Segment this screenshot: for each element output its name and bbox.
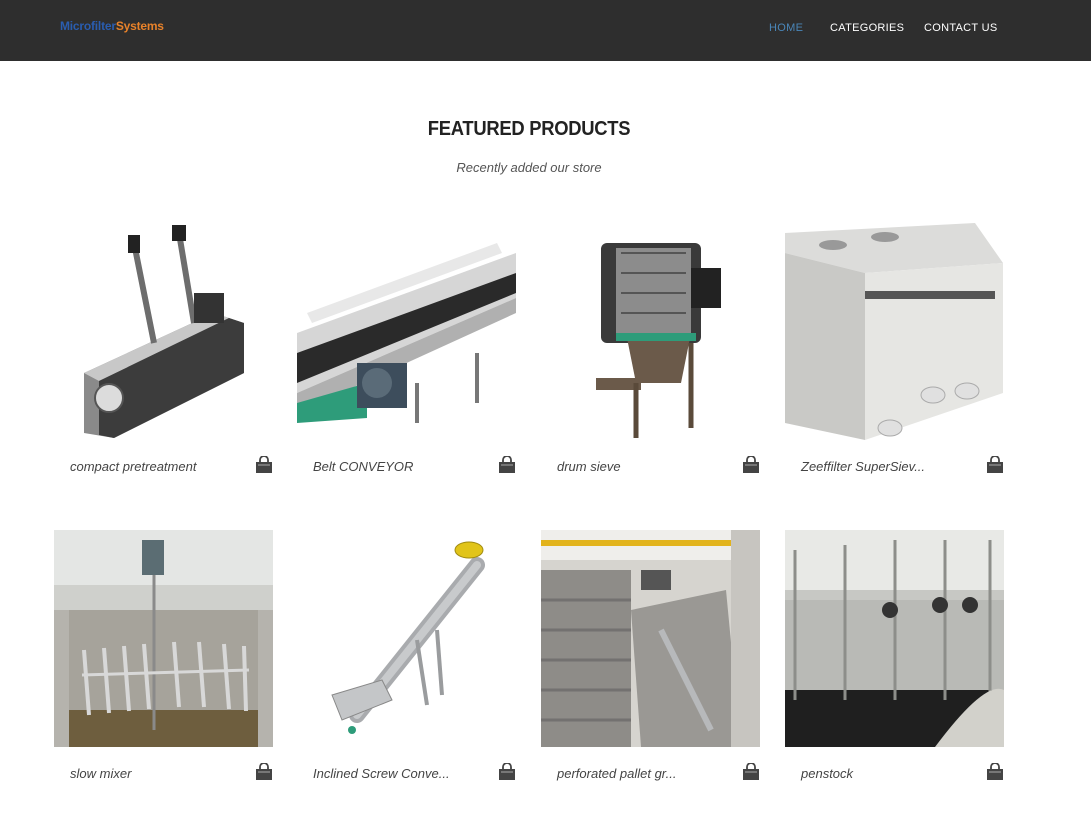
drum-sieve-image[interactable] <box>541 223 760 440</box>
product-name[interactable]: drum sieve <box>557 459 621 474</box>
brand-logo[interactable]: MicrofilterSystems <box>60 19 164 33</box>
slow-mixer-image[interactable] <box>54 530 273 747</box>
zeeffilter-image[interactable] <box>785 223 1004 440</box>
product-name[interactable]: penstock <box>801 766 853 781</box>
product-card[interactable]: Zeeffilter SuperSiev... <box>785 223 1004 483</box>
shopping-bag-icon[interactable] <box>742 762 760 781</box>
product-card[interactable]: drum sieve <box>541 223 760 483</box>
penstock-image[interactable] <box>785 530 1004 747</box>
product-name[interactable]: compact pretreatment <box>70 459 196 474</box>
product-card[interactable]: penstock <box>785 530 1004 790</box>
product-card[interactable]: compact pretreatment <box>54 223 273 483</box>
brand-name-part1: Microfilter <box>60 19 116 33</box>
nav-categories[interactable]: CATEGORIES <box>830 22 904 34</box>
section-subtitle: Recently added our store <box>456 160 602 175</box>
product-card[interactable]: Inclined Screw Conve... <box>297 530 516 790</box>
brand-name-part2: Systems <box>115 19 164 33</box>
product-name[interactable]: Zeeffilter SuperSiev... <box>801 459 925 474</box>
belt-conveyor-image[interactable] <box>297 223 516 440</box>
product-name[interactable]: Belt CONVEYOR <box>313 459 413 474</box>
shopping-bag-icon[interactable] <box>498 455 516 474</box>
inclined-screw-conveyor-image[interactable] <box>297 530 516 747</box>
product-name[interactable]: perforated pallet gr... <box>557 766 676 781</box>
section-title: FEATURED PRODUCTS <box>427 118 631 140</box>
navbar: MicrofilterSystems HOME CATEGORIES CONTA… <box>0 0 1091 61</box>
nav-contact-us[interactable]: CONTACT US <box>924 22 998 34</box>
shopping-bag-icon[interactable] <box>255 762 273 781</box>
perforated-pallet-grid-image[interactable] <box>541 530 760 747</box>
shopping-bag-icon[interactable] <box>986 455 1004 474</box>
shopping-bag-icon[interactable] <box>986 762 1004 781</box>
product-card[interactable]: perforated pallet gr... <box>541 530 760 790</box>
product-name[interactable]: slow mixer <box>70 766 131 781</box>
product-name[interactable]: Inclined Screw Conve... <box>313 766 450 781</box>
product-card[interactable]: Belt CONVEYOR <box>297 223 516 483</box>
product-card[interactable]: slow mixer <box>54 530 273 790</box>
compact-pretreatment-image[interactable] <box>54 223 273 440</box>
shopping-bag-icon[interactable] <box>742 455 760 474</box>
shopping-bag-icon[interactable] <box>255 455 273 474</box>
shopping-bag-icon[interactable] <box>498 762 516 781</box>
nav-home[interactable]: HOME <box>769 22 803 34</box>
